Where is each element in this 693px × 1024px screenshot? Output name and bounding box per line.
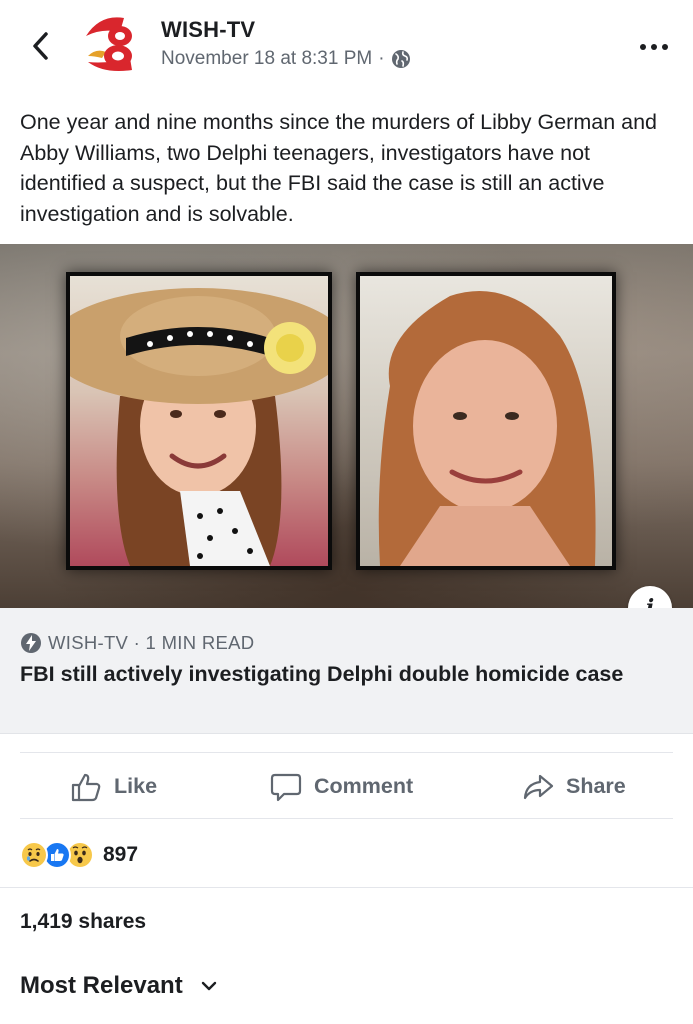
back-button[interactable] bbox=[22, 28, 58, 64]
link-details[interactable]: WISH-TV · 1 MIN READ FBI still actively … bbox=[0, 608, 693, 734]
wish-tv-logo-icon bbox=[81, 13, 147, 79]
photo-right bbox=[356, 272, 616, 570]
post-meta: November 18 at 8:31 PM · bbox=[161, 48, 411, 70]
comment-bubble-icon bbox=[270, 773, 302, 801]
reactions-summary[interactable]: 897 bbox=[20, 838, 138, 872]
post-timestamp[interactable]: November 18 at 8:31 PM bbox=[161, 48, 372, 70]
chevron-left-icon bbox=[33, 32, 48, 60]
comment-label: Comment bbox=[314, 774, 414, 798]
more-horizontal-icon bbox=[640, 44, 668, 50]
share-label: Share bbox=[566, 774, 626, 798]
share-arrow-icon bbox=[523, 774, 554, 799]
link-preview-image[interactable] bbox=[0, 244, 693, 608]
page-name[interactable]: WISH-TV bbox=[161, 17, 255, 43]
post-header: WISH-TV November 18 at 8:31 PM · bbox=[0, 0, 693, 100]
post-text: One year and nine months since the murde… bbox=[20, 110, 657, 226]
comment-sort-dropdown[interactable]: Most Relevant bbox=[20, 972, 217, 1000]
comment-sort-label: Most Relevant bbox=[20, 972, 183, 999]
link-title: FBI still actively investigating Delphi … bbox=[20, 662, 624, 686]
action-bar: Like Comment Share bbox=[20, 752, 673, 819]
divider bbox=[0, 887, 693, 888]
instant-article-bolt-icon bbox=[20, 632, 42, 654]
more-options-button[interactable] bbox=[637, 30, 671, 64]
avatar[interactable] bbox=[80, 12, 148, 80]
meta-separator: · bbox=[378, 48, 385, 69]
thumbs-up-icon bbox=[71, 773, 101, 801]
share-button[interactable]: Share bbox=[522, 753, 626, 820]
photo-left bbox=[66, 272, 332, 570]
comment-button[interactable]: Comment bbox=[270, 753, 413, 820]
chevron-down-icon bbox=[201, 981, 216, 991]
shares-count[interactable]: 1,419 shares bbox=[20, 910, 146, 934]
link-source-text: WISH-TV · 1 MIN READ bbox=[48, 632, 255, 653]
reaction-count: 897 bbox=[103, 843, 139, 866]
link-source: WISH-TV · 1 MIN READ bbox=[20, 632, 254, 654]
like-button[interactable]: Like bbox=[70, 753, 157, 820]
like-label: Like bbox=[114, 774, 158, 798]
sad-reaction-icon bbox=[20, 841, 48, 869]
globe-icon bbox=[391, 49, 411, 69]
